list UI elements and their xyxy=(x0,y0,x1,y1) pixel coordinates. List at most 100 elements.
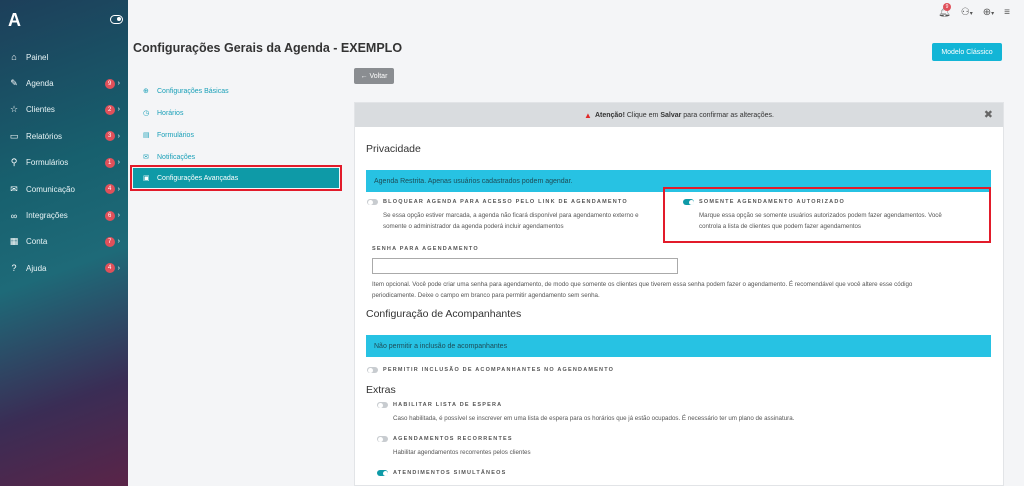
sidebar-item-formularios[interactable]: ⚲ Formulários 1 › xyxy=(0,150,128,176)
count-badge: 4 xyxy=(104,184,115,195)
count-badge: 1 xyxy=(104,157,115,168)
user-menu-button[interactable]: ⚇▾ xyxy=(961,7,973,18)
sidebar: A ⌂ Painel ✎ Agenda 9 › ☆ Clientes 2 › ▭… xyxy=(0,0,128,486)
sidebar-item-label: Integrações xyxy=(26,211,68,221)
sidebar-item-relatorios[interactable]: ▭ Relatórios 3 › xyxy=(0,123,128,149)
globe-icon: ⊕ xyxy=(982,7,992,18)
chevron-right-icon: › xyxy=(117,238,120,246)
waitlist-toggle[interactable] xyxy=(377,402,388,408)
option-description-line: Se essa opção estiver marcada, a agenda … xyxy=(383,212,639,219)
calendar-edit-icon: ✎ xyxy=(10,78,18,89)
option-description: Se essa opção estiver marcada, a agenda … xyxy=(383,210,639,232)
app-logo[interactable]: A xyxy=(8,10,21,31)
companions-title: Configuração de Acompanhantes xyxy=(366,308,522,320)
option-label: AGENDAMENTOS RECORRENTES xyxy=(393,436,513,442)
report-icon: ▭ xyxy=(9,130,19,141)
sidebar-item-comunicacao[interactable]: ✉ Comunicação 4 › xyxy=(0,176,128,202)
sidebar-item-label: Conta xyxy=(26,237,48,247)
save-alert: ▲ Atenção! Clique em Salvar para confirm… xyxy=(355,103,1003,127)
chevron-right-icon: › xyxy=(117,132,120,140)
page-title: Configurações Gerais da Agenda - EXEMPLO xyxy=(133,41,403,55)
option-description: Caso habilitada, é possível se inscrever… xyxy=(393,415,795,422)
settings-item-label: Configurações Avançadas xyxy=(157,174,239,182)
waitlist-option: HABILITAR LISTA DE ESPERA Caso habilitad… xyxy=(377,402,794,424)
notifications-badge: 9 xyxy=(943,3,952,11)
privacy-title: Privacidade xyxy=(366,143,421,155)
count-badge: 6 xyxy=(104,210,115,221)
close-icon[interactable]: ✖ xyxy=(984,108,993,121)
password-help: Item opcional. Você pode criar uma senha… xyxy=(372,279,992,301)
chevron-right-icon: › xyxy=(117,159,120,167)
envelope-icon: ✉ xyxy=(143,154,149,161)
option-label: PERMITIR INCLUSÃO DE ACOMPANHANTES NO AG… xyxy=(383,367,615,373)
language-menu-button[interactable]: ⊕▾ xyxy=(983,7,994,18)
alert-text-after: para confirmar as alterações. xyxy=(681,111,774,119)
sidebar-item-label: Comunicação xyxy=(26,184,75,194)
settings-menu: ⊕ Configurações Básicas ◷ Horários ▤ For… xyxy=(130,80,342,191)
sidebar-item-label: Relatórios xyxy=(26,131,63,141)
sidebar-item-clientes[interactable]: ☆ Clientes 2 › xyxy=(0,97,128,123)
sidebar-item-integracoes[interactable]: ∞ Integrações 6 › xyxy=(0,202,128,228)
topbar-actions: 🔔︎ 9 ⚇▾ ⊕▾ ≡ xyxy=(938,3,1010,18)
chevron-right-icon: › xyxy=(117,264,120,272)
settings-item-forms[interactable]: ▤ Formulários xyxy=(133,124,339,146)
settings-item-advanced[interactable]: ▣ Configurações Avançadas xyxy=(130,165,342,191)
count-badge: 3 xyxy=(104,131,115,142)
count-badge: 4 xyxy=(104,263,115,274)
topbar: 🔔︎ 9 ⚇▾ ⊕▾ ≡ xyxy=(128,0,1024,30)
settings-item-hours[interactable]: ◷ Horários xyxy=(133,102,339,124)
count-badge: 7 xyxy=(104,236,115,247)
recurring-option: AGENDAMENTOS RECORRENTES Habilitar agend… xyxy=(377,436,531,458)
password-help-line: periodicamente. Deixe o campo em branco … xyxy=(372,292,600,299)
back-button[interactable]: ← Voltar xyxy=(354,68,394,84)
option-label: HABILITAR LISTA DE ESPERA xyxy=(393,402,503,408)
chevron-down-icon: ▾ xyxy=(969,11,973,17)
warning-icon: ▲ xyxy=(584,110,592,120)
link-icon: ∞ xyxy=(10,210,18,221)
lock-icon: ▣ xyxy=(143,175,150,182)
notifications-button[interactable]: 🔔︎ 9 xyxy=(938,3,952,18)
extras-title: Extras xyxy=(366,384,396,396)
sidebar-nav: ⌂ Painel ✎ Agenda 9 › ☆ Clientes 2 › ▭ R… xyxy=(0,44,128,282)
file-icon: ▤ xyxy=(143,132,150,139)
chevron-right-icon: › xyxy=(117,212,120,220)
password-input[interactable] xyxy=(372,258,678,274)
star-icon: ☆ xyxy=(9,104,19,115)
sidebar-item-ajuda[interactable]: ? Ajuda 4 › xyxy=(0,255,128,281)
sidebar-item-label: Ajuda xyxy=(26,263,47,273)
option-label: ATENDIMENTOS SIMULTÂNEOS xyxy=(393,470,507,476)
chevron-right-icon: › xyxy=(117,106,120,114)
settings-item-basic[interactable]: ⊕ Configurações Básicas xyxy=(133,80,339,102)
sidebar-item-label: Painel xyxy=(26,52,49,62)
sidebar-item-agenda[interactable]: ✎ Agenda 9 › xyxy=(0,70,128,96)
allow-companions-option: PERMITIR INCLUSÃO DE ACOMPANHANTES NO AG… xyxy=(367,367,614,373)
settings-item-label: Configurações Básicas xyxy=(157,87,229,95)
menu-icon[interactable]: ≡ xyxy=(1004,7,1010,18)
building-icon: ▦ xyxy=(9,236,19,247)
search-icon: ⚲ xyxy=(10,157,18,168)
sidebar-item-conta[interactable]: ▦ Conta 7 › xyxy=(0,229,128,255)
settings-item-label: Formulários xyxy=(157,131,194,139)
count-badge: 2 xyxy=(104,104,115,115)
mail-icon: ✉ xyxy=(10,183,18,194)
classic-model-button[interactable]: Modelo Clássico xyxy=(932,43,1002,61)
settings-item-label: Notificações xyxy=(157,153,196,161)
sidebar-item-label: Clientes xyxy=(26,105,55,115)
sidebar-item-label: Agenda xyxy=(26,79,54,89)
clock-icon: ◷ xyxy=(143,110,150,117)
allow-companions-toggle[interactable] xyxy=(367,367,378,373)
count-badge: 9 xyxy=(104,78,115,89)
alert-strong: Atenção! xyxy=(594,111,625,119)
option-label: BLOQUEAR AGENDA PARA ACESSO PELO LINK DE… xyxy=(383,199,628,205)
chevron-right-icon: › xyxy=(117,185,120,193)
sidebar-toggle-icon[interactable] xyxy=(110,15,123,24)
help-icon: ? xyxy=(11,263,17,274)
recurring-toggle[interactable] xyxy=(377,436,388,442)
simultaneous-toggle[interactable] xyxy=(377,470,388,476)
settings-item-notifications[interactable]: ✉ Notificações xyxy=(133,146,339,168)
block-link-toggle[interactable] xyxy=(367,199,378,205)
sidebar-item-label: Formulários xyxy=(26,158,69,168)
sidebar-item-painel[interactable]: ⌂ Painel xyxy=(0,44,128,70)
option-description: Habilitar agendamentos recorrentes pelos… xyxy=(393,449,531,456)
companions-info-bar: Não permitir a inclusão de acompanhantes xyxy=(366,335,991,357)
